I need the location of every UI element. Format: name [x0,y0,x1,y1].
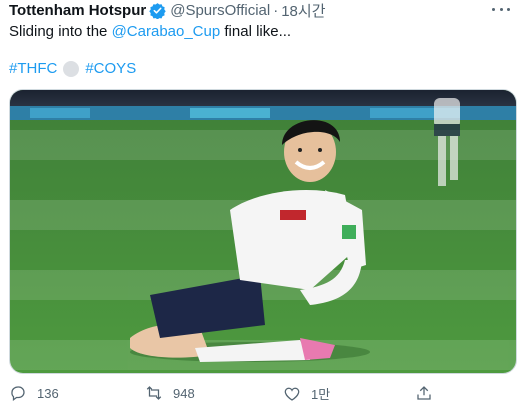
header-separator: · [273,1,279,19]
hashtag-line: #THFC #COYS [9,59,136,78]
reply-count: 136 [37,385,59,401]
emoji-icon [63,60,80,77]
like-icon [284,387,300,401]
reply-button[interactable]: 136 [9,384,59,402]
share-button[interactable] [415,384,433,402]
retweet-count: 948 [173,385,195,401]
tweet-text-after: final like... [220,23,292,40]
share-icon [417,386,431,400]
like-button[interactable]: 1만 [283,384,330,403]
verified-icon [149,2,166,19]
tweet-media-image[interactable] [9,89,517,374]
player-celebration-photo [10,90,516,373]
more-icon[interactable] [492,2,510,16]
tweet-text-before: Sliding into the [9,23,112,40]
retweet-icon [146,386,162,400]
tweet-text: Sliding into the @Carabao_Cup final like… [9,22,291,41]
tweet-header: Tottenham Hotspur @SpursOfficial · 18시간 [9,0,326,21]
display-name[interactable]: Tottenham Hotspur [9,2,146,19]
hashtag-coys[interactable]: #COYS [85,59,136,78]
reply-icon [11,386,25,402]
tweet-timestamp[interactable]: 18시간 [281,0,325,21]
user-handle[interactable]: @SpursOfficial [170,2,270,19]
tweet-actions: 136 948 1만 [0,384,522,408]
hashtag-thfc[interactable]: #THFC [9,59,57,78]
like-count: 1만 [311,387,331,402]
retweet-button[interactable]: 948 [145,384,195,402]
mention-link[interactable]: @Carabao_Cup [112,23,221,40]
